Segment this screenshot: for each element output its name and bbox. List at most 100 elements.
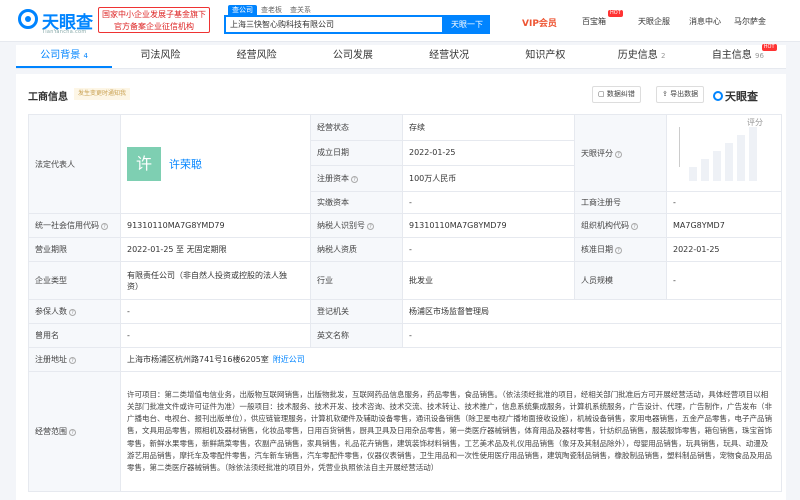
help-icon[interactable]: ?	[367, 223, 374, 230]
score-bar	[689, 167, 697, 181]
address-value: 上海市杨浦区杭州路741号16楼6205室	[127, 355, 269, 364]
company-type-value: 有限责任公司（非自然人投资或控股的法人独 资）	[120, 261, 311, 300]
authority-label: 登记机关	[310, 299, 403, 324]
tab-label: 司法风险	[140, 50, 181, 61]
reg-capital-value: 100万人民币	[402, 165, 575, 192]
insured-value: -	[120, 299, 311, 324]
logo-subtext: TianYancha.com	[42, 29, 87, 35]
tab-label: 公司背景	[40, 50, 81, 61]
tab-label: 经营状况	[429, 50, 470, 61]
export-data-button[interactable]: ⇪ 导出数据	[656, 86, 705, 103]
tab-count: 96	[755, 52, 764, 60]
search-button[interactable]: 天眼一下	[444, 15, 490, 34]
search-type-tabs: 查公司 查老板 查关系	[228, 5, 315, 15]
type-line-1: 有限责任公司（非自然人投资或控股的法人独	[127, 270, 287, 280]
search-tab-relation[interactable]: 查关系	[286, 5, 315, 15]
org-code-value: MA7G8YMD7	[666, 213, 782, 238]
tab-company-development[interactable]: 公司发展	[305, 45, 401, 68]
nearby-companies-link[interactable]: 附近公司	[273, 355, 305, 364]
credit-code-label: 统一社会信用代码?	[28, 213, 121, 238]
org-code-label: 组织机构代码?	[574, 213, 667, 238]
label-text: 核准日期	[581, 245, 613, 254]
score-bar	[749, 127, 757, 181]
help-icon[interactable]: ?	[69, 309, 76, 316]
data-correction-button[interactable]: ▢ 数据纠错	[592, 86, 641, 103]
tab-label: 公司发展	[332, 50, 373, 61]
help-icon[interactable]: ?	[615, 150, 622, 158]
address-cell: 上海市杨浦区杭州路741号16楼6205室 附近公司	[120, 347, 782, 372]
help-icon[interactable]: ?	[351, 176, 358, 184]
business-scope-label: 经营范围?	[28, 371, 121, 492]
label-text: 经营范围	[35, 427, 67, 436]
business-scope-value: 许可项目：第二类增值电信业务，出版物互联网销售，出版物批发，互联网药品信息服务，…	[120, 371, 782, 492]
legal-rep-label: 法定代表人	[28, 114, 121, 214]
tianyancha-logo-icon[interactable]	[18, 9, 38, 29]
nav-user-menu[interactable]: 马尔萨金	[734, 16, 766, 28]
change-notify-link[interactable]: 发生变更时通知我	[74, 88, 131, 100]
paid-capital-value: -	[402, 191, 575, 214]
tab-operation-risk[interactable]: 经营风险	[209, 45, 305, 68]
reg-capital-label: 注册资本?	[310, 165, 403, 192]
nav-enterprise-service[interactable]: 天眼企服	[638, 16, 670, 28]
score-bar	[701, 159, 709, 181]
official-badge: 国家中小企业发展子基金旗下 官方备案企业征信机构	[98, 7, 210, 33]
industry-label: 行业	[310, 261, 403, 300]
type-line-2: 资）	[127, 281, 143, 291]
tab-count: 2	[660, 52, 666, 60]
tax-id-value: 91310110MA7G8YMD79	[402, 213, 575, 238]
top-header: 天眼查 TianYancha.com 国家中小企业发展子基金旗下 官方备案企业征…	[0, 0, 800, 42]
label-text: 纳税人识别号	[317, 221, 365, 230]
help-icon[interactable]: ?	[69, 429, 76, 436]
tianyancha-brand: 天眼查	[713, 88, 758, 104]
business-info-panel: 工商信息 发生变更时通知我 ▢ 数据纠错 ⇪ 导出数据 天眼查 法定代表人 许许…	[16, 74, 786, 500]
label-text: 天眼评分	[581, 148, 613, 158]
term-label: 营业期限	[28, 237, 121, 262]
brand-text: 天眼查	[725, 90, 758, 103]
score-indicator	[679, 127, 680, 167]
taxpayer-label: 纳税人资质	[310, 237, 403, 262]
tab-intellectual-property[interactable]: 知识产权	[497, 45, 593, 68]
taxpayer-value: -	[402, 237, 575, 262]
score-bar	[737, 135, 745, 181]
term-value: 2022-01-25 至 无固定期限	[120, 237, 311, 262]
hot-badge: HOT	[761, 44, 777, 51]
tax-id-label: 纳税人识别号?	[310, 213, 403, 238]
nav-message-center[interactable]: 消息中心	[689, 16, 721, 28]
search-input[interactable]: 上海三快智心购科技有限公司	[224, 15, 444, 34]
paid-capital-label: 实缴资本	[310, 191, 403, 214]
search-tab-company[interactable]: 查公司	[228, 5, 257, 15]
category-tabs: 公司背景 4 司法风险 经营风险 公司发展 经营状况 知识产权 历史信息 2 自…	[16, 44, 786, 69]
tab-self-info[interactable]: 自主信息 96 HOT	[690, 44, 786, 68]
vip-link[interactable]: VIP会员	[522, 16, 557, 29]
tianyancha-logo-icon	[713, 91, 723, 101]
help-icon[interactable]: ?	[101, 223, 108, 230]
edit-icon: ▢	[598, 90, 605, 98]
help-icon[interactable]: ?	[615, 247, 622, 254]
credit-code-value: 91310110MA7G8YMD79	[120, 213, 311, 238]
help-icon[interactable]: ?	[69, 357, 76, 364]
former-name-value: -	[120, 323, 311, 348]
score-bar	[725, 143, 733, 181]
nav-treasure-box[interactable]: 百宝箱	[582, 16, 606, 28]
tab-history-info[interactable]: 历史信息 2	[594, 45, 690, 68]
english-name-label: 英文名称	[310, 323, 403, 348]
tyc-score-label: 天眼评分?	[574, 114, 667, 192]
label-text: 统一社会信用代码	[35, 221, 99, 230]
label-text: 注册资本	[317, 174, 349, 184]
company-type-label: 企业类型	[28, 261, 121, 300]
legal-rep-name-link[interactable]: 许荣聪	[169, 158, 202, 171]
tyc-score-cell: 评分	[666, 114, 782, 192]
tab-count: 4	[83, 52, 88, 60]
section-title: 工商信息	[28, 92, 68, 103]
business-info-table: 法定代表人 许许荣聪 经营状态 存续 天眼评分? 评分 成立日期 2022-01…	[28, 114, 782, 492]
help-icon[interactable]: ?	[631, 223, 638, 230]
tab-judicial-risk[interactable]: 司法风险	[112, 45, 208, 68]
status-label: 经营状态	[310, 114, 403, 141]
industry-value: 批发业	[402, 261, 575, 300]
search-tab-boss[interactable]: 查老板	[257, 5, 286, 15]
tab-company-background[interactable]: 公司背景 4	[16, 45, 113, 68]
staff-size-value: -	[666, 261, 782, 300]
status-value: 存续	[402, 114, 575, 141]
tab-business-status[interactable]: 经营状况	[401, 45, 497, 68]
estab-date-value: 2022-01-25	[402, 139, 575, 167]
